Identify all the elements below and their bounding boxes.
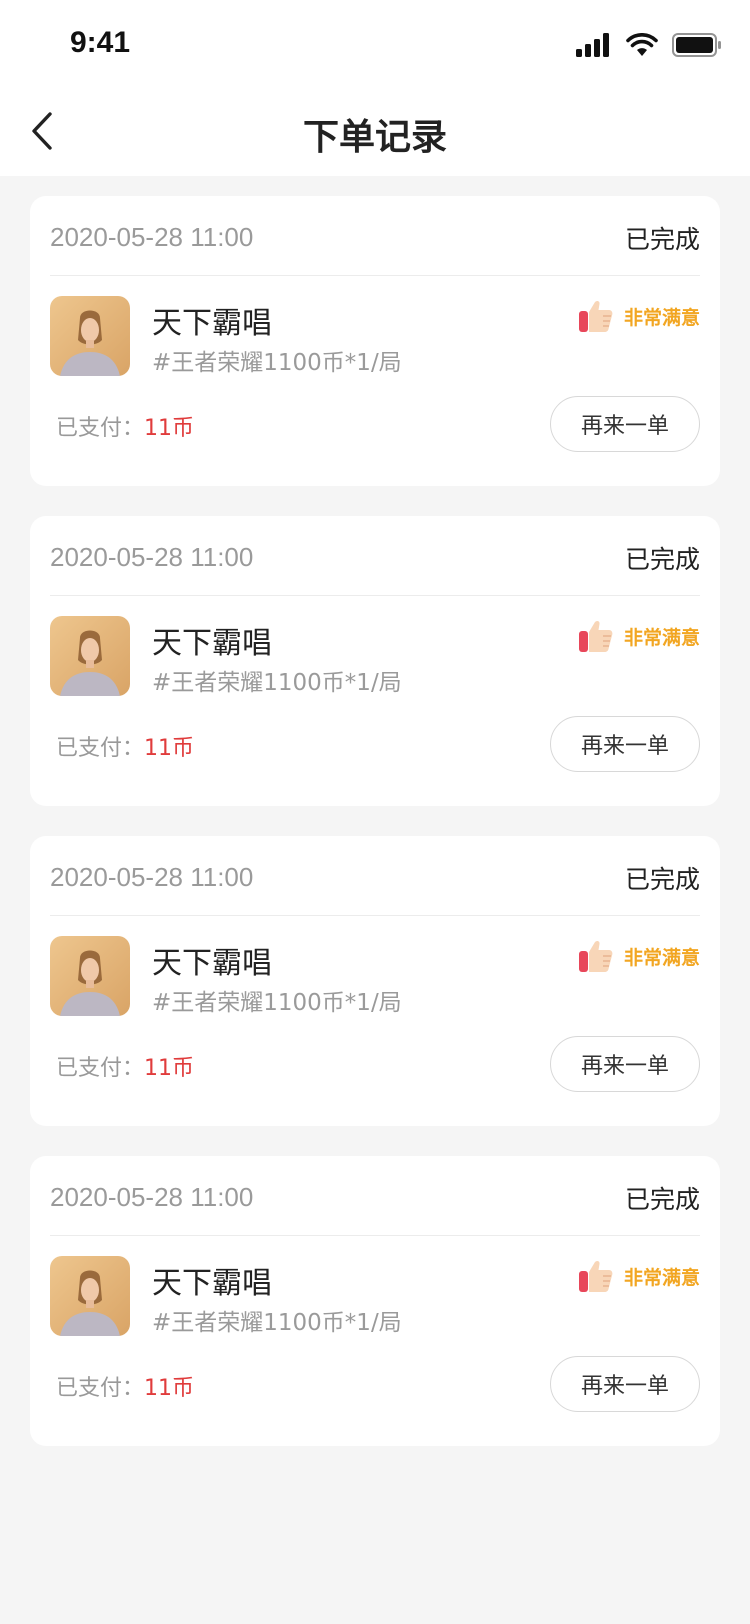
divider	[50, 595, 700, 596]
shop-name: 天下霸唱	[152, 946, 272, 981]
reorder-button[interactable]: 再来一单	[550, 1036, 700, 1092]
avatar[interactable]	[50, 296, 130, 376]
order-status: 已完成	[624, 1185, 700, 1214]
paid-amount: 11币	[144, 736, 195, 761]
status-icons	[576, 30, 722, 60]
reorder-button[interactable]: 再来一单	[550, 396, 700, 452]
order-card: 2020-05-28 11:00 已完成 天下霸唱 #王者荣耀1100币*1/局…	[30, 516, 720, 806]
shop-name: 天下霸唱	[152, 626, 272, 661]
order-status: 已完成	[624, 545, 700, 574]
rating-label: 非常满意	[623, 626, 700, 649]
paid-amount: 11币	[144, 1376, 195, 1401]
order-status: 已完成	[624, 865, 700, 894]
thumbs-up-icon	[578, 940, 613, 972]
avatar[interactable]	[50, 1256, 130, 1336]
paid-label: 已支付：	[56, 416, 145, 441]
paid-info: 已支付：11币	[56, 410, 194, 442]
rating-badge: 非常满意	[578, 938, 700, 974]
order-sku: #王者荣耀1100币*1/局	[152, 350, 402, 376]
status-time: 9:41	[70, 26, 131, 59]
avatar[interactable]	[50, 936, 130, 1016]
paid-amount: 11币	[144, 416, 195, 441]
paid-label: 已支付：	[56, 1376, 145, 1401]
rating-label: 非常满意	[623, 946, 700, 969]
thumbs-up-icon	[578, 620, 613, 652]
avatar[interactable]	[50, 616, 130, 696]
thumbs-up-icon	[578, 300, 613, 332]
order-sku: #王者荣耀1100币*1/局	[152, 990, 402, 1016]
shop-name: 天下霸唱	[152, 306, 272, 341]
thumbs-up-icon	[578, 1260, 613, 1292]
divider	[50, 1235, 700, 1236]
top-bar: 9:41 下单记录	[0, 0, 750, 176]
paid-info: 已支付：11币	[56, 730, 194, 762]
cellular-signal-icon	[576, 33, 609, 57]
order-status: 已完成	[624, 225, 700, 254]
order-list: 2020-05-28 11:00 已完成 天下霸唱 #王者荣耀1100币*1/局…	[30, 196, 720, 1476]
rating-label: 非常满意	[623, 306, 700, 329]
paid-info: 已支付：11币	[56, 1050, 194, 1082]
order-card: 2020-05-28 11:00 已完成 天下霸唱 #王者荣耀1100币*1/局…	[30, 836, 720, 1126]
order-sku: #王者荣耀1100币*1/局	[152, 1310, 402, 1336]
divider	[50, 275, 700, 276]
paid-info: 已支付：11币	[56, 1370, 194, 1402]
paid-label: 已支付：	[56, 736, 145, 761]
order-date: 2020-05-28 11:00	[50, 542, 254, 572]
order-sku: #王者荣耀1100币*1/局	[152, 670, 402, 696]
rating-badge: 非常满意	[578, 298, 700, 334]
divider	[50, 915, 700, 916]
wifi-icon	[626, 33, 658, 56]
reorder-button[interactable]: 再来一单	[550, 1356, 700, 1412]
order-date: 2020-05-28 11:00	[50, 222, 254, 252]
order-date: 2020-05-28 11:00	[50, 1182, 254, 1212]
paid-label: 已支付：	[56, 1056, 145, 1081]
paid-amount: 11币	[144, 1056, 195, 1081]
order-card: 2020-05-28 11:00 已完成 天下霸唱 #王者荣耀1100币*1/局…	[30, 1156, 720, 1446]
reorder-button[interactable]: 再来一单	[550, 716, 700, 772]
order-card: 2020-05-28 11:00 已完成 天下霸唱 #王者荣耀1100币*1/局…	[30, 196, 720, 486]
rating-label: 非常满意	[623, 1266, 700, 1289]
battery-icon	[672, 33, 721, 57]
page-title: 下单记录	[302, 117, 447, 158]
order-date: 2020-05-28 11:00	[50, 862, 254, 892]
rating-badge: 非常满意	[578, 618, 700, 654]
shop-name: 天下霸唱	[152, 1266, 272, 1301]
rating-badge: 非常满意	[578, 1258, 700, 1294]
